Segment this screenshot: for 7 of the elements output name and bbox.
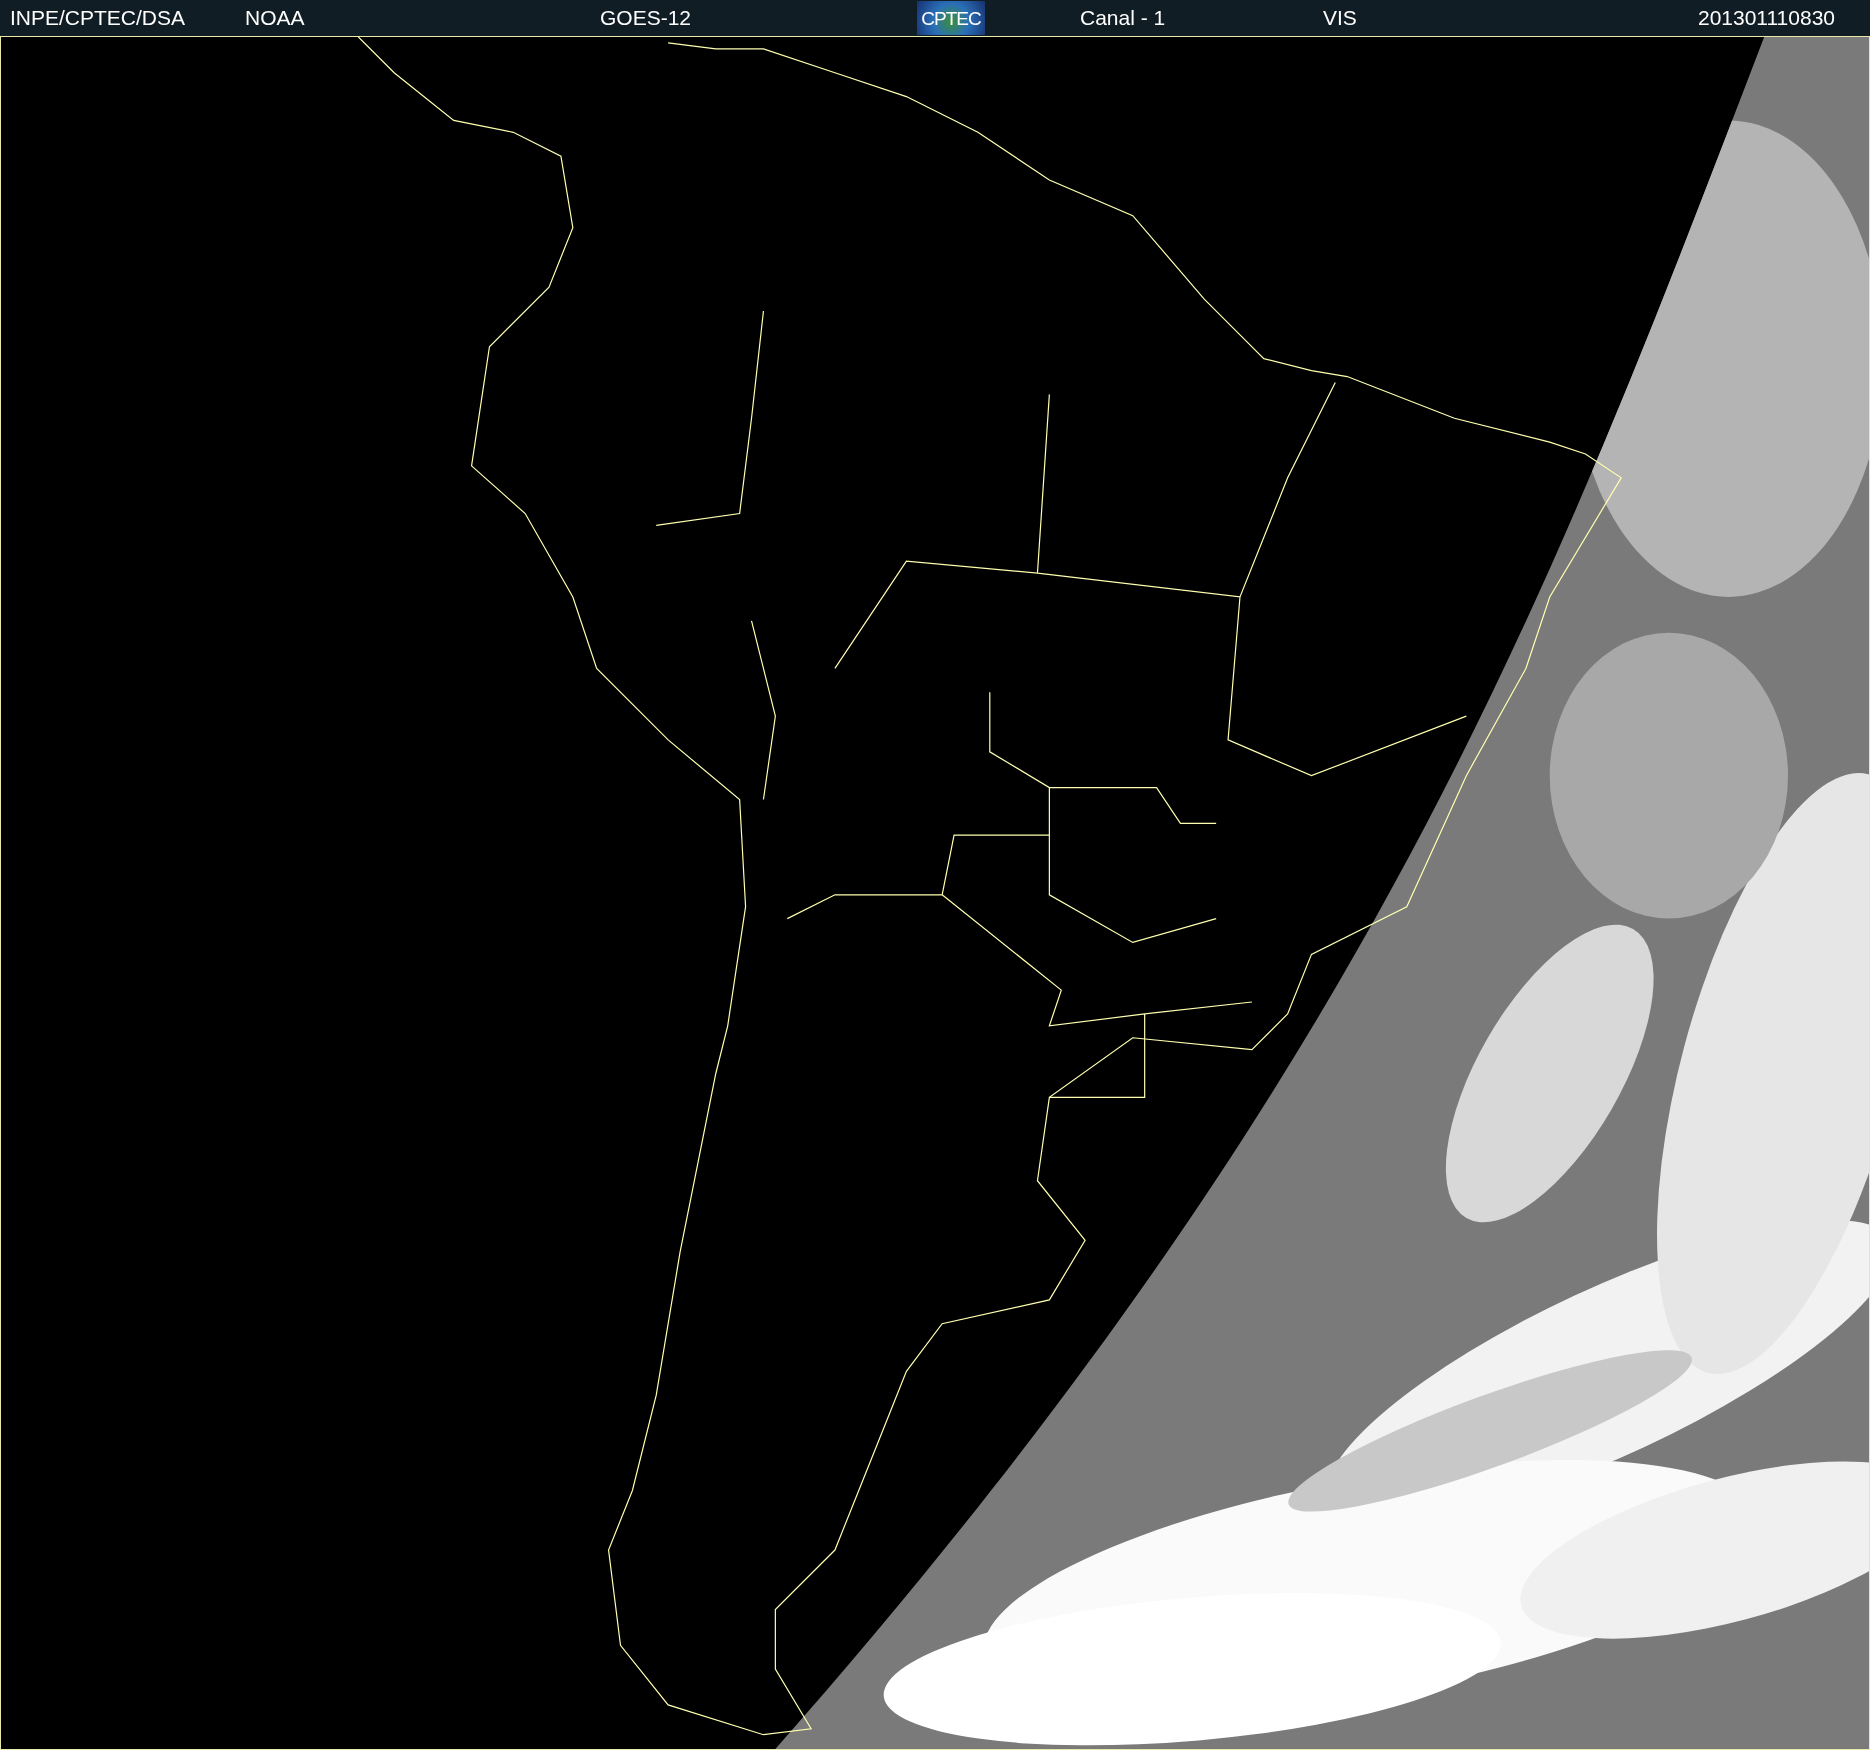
header-label: GOES-12 (600, 6, 692, 30)
header-label: Canal - 1 (1080, 6, 1166, 30)
logo: CPTEC (917, 1, 985, 35)
header-label: VIS (1323, 6, 1357, 30)
header-label: INPE/CPTEC/DSA (10, 6, 186, 30)
header-label: NOAA (245, 6, 305, 30)
header-label: 201301110830 (1697, 6, 1835, 30)
